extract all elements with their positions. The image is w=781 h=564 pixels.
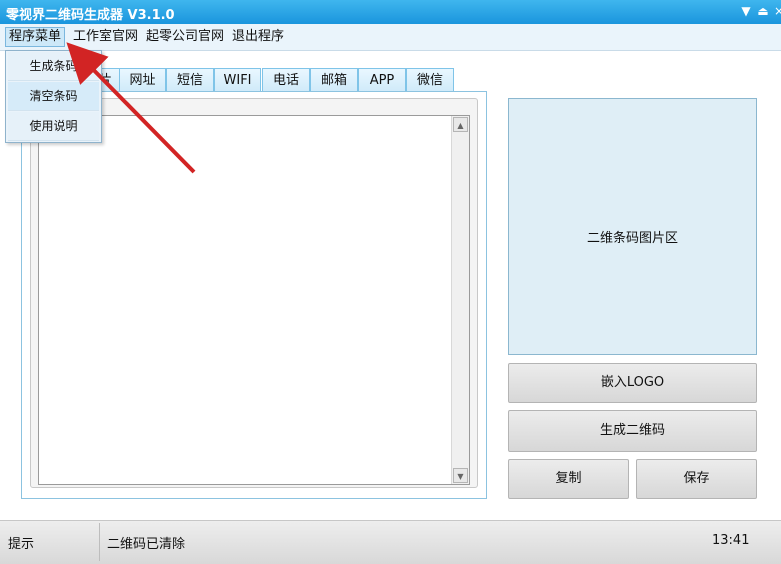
content-textarea[interactable]: ▲ ▼: [38, 115, 470, 485]
dropdown-generate-code[interactable]: 生成条码: [8, 52, 99, 81]
menu-program[interactable]: 程序菜单: [5, 27, 66, 47]
window-title: 零视界二维码生成器 V3.1.0: [6, 8, 175, 23]
dropdown-instructions[interactable]: 使用说明: [8, 112, 99, 141]
content-panel: ▲ ▼: [21, 91, 487, 499]
menu-studio-site[interactable]: 工作室官网: [70, 28, 141, 46]
app-window: 零视界二维码生成器 V3.1.0 ▼ ⏏ × 程序菜单 工作室官网 起零公司官网…: [0, 0, 781, 564]
copy-button[interactable]: 复制: [508, 459, 629, 499]
qr-area-label: 二维条码图片区: [586, 231, 678, 246]
vertical-scrollbar[interactable]: ▲ ▼: [451, 116, 469, 484]
save-button[interactable]: 保存: [636, 459, 757, 499]
embed-logo-button[interactable]: 嵌入LOGO: [508, 363, 757, 403]
qr-image-area: 二维条码图片区: [508, 98, 757, 355]
title-bar: 零视界二维码生成器 V3.1.0 ▼ ⏏ ×: [0, 0, 781, 24]
tab-phone[interactable]: 电话: [262, 68, 310, 93]
status-label: 提示: [8, 537, 35, 552]
menu-exit[interactable]: 退出程序: [229, 28, 287, 46]
status-message: 二维码已清除: [107, 537, 186, 552]
tab-wifi[interactable]: WIFI: [214, 68, 261, 93]
status-divider: [99, 523, 100, 561]
tab-email[interactable]: 邮箱: [310, 68, 358, 93]
menu-bar: 程序菜单 工作室官网 起零公司官网 退出程序: [0, 24, 781, 51]
tab-app[interactable]: APP: [358, 68, 406, 93]
dropdown-clear-code[interactable]: 清空条码: [8, 82, 99, 111]
scroll-down-icon[interactable]: ▼: [453, 468, 468, 483]
tab-sms[interactable]: 短信: [166, 68, 214, 93]
program-menu-dropdown: 生成条码 清空条码 使用说明: [5, 50, 102, 143]
scroll-up-icon[interactable]: ▲: [453, 117, 468, 132]
maximize-icon[interactable]: ⏏: [755, 3, 771, 19]
minimize-icon[interactable]: ▼: [738, 3, 754, 19]
input-group: ▲ ▼: [30, 98, 478, 488]
watermark-logo: [640, 503, 780, 563]
close-icon[interactable]: ×: [771, 3, 781, 19]
tab-url[interactable]: 网址: [119, 68, 166, 93]
menu-company-site[interactable]: 起零公司官网: [143, 28, 227, 46]
tab-wechat[interactable]: 微信: [406, 68, 454, 93]
generate-qr-button[interactable]: 生成二维码: [508, 410, 757, 452]
